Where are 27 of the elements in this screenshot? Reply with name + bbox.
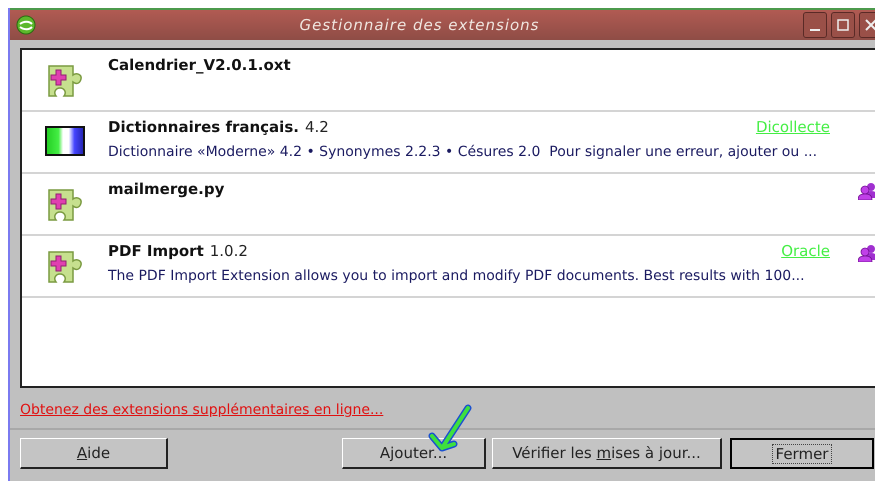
extension-row[interactable]: Dictionnaires français. 4.2 Dicollecte Dictionnaire «Moderne» 4.2 • Synonymes 2.2.3 • Césures 2.0 Pour signaler une erreur, ajouter ou ...: [22, 112, 875, 174]
extension-version: 1.0.2: [210, 242, 248, 260]
extension-description: The PDF Import Extension allows you to import and modify PDF documents. Best results with 100...: [108, 268, 806, 284]
window-title: Gestionnaire des extensions: [298, 16, 540, 34]
check-updates-button[interactable]: Vérifier les mises à jour...: [492, 438, 722, 469]
puzzle-piece-icon: [47, 250, 83, 284]
help-button[interactable]: Aide: [20, 438, 168, 469]
extension-name: Calendrier_V2.0.1.oxt: [108, 56, 291, 74]
add-button[interactable]: Ajouter...: [342, 438, 486, 469]
close-button[interactable]: Fermer: [730, 438, 874, 469]
extension-row[interactable]: mailmerge.py: [22, 174, 875, 236]
maximize-button[interactable]: [831, 12, 855, 38]
extension-name: Dictionnaires français.: [108, 118, 299, 136]
extension-row[interactable]: Calendrier_V2.0.1.oxt: [22, 50, 875, 112]
flag-icon: [45, 126, 85, 156]
puzzle-piece-icon: [47, 188, 83, 222]
extension-row[interactable]: PDF Import 1.0.2 Oracle The PDF Import Extension allows you to import and modify PDF documents. Best results with 100...: [22, 236, 875, 298]
extension-name: PDF Import: [108, 242, 204, 260]
minimize-icon: [810, 29, 820, 31]
app-icon: [16, 15, 36, 35]
extension-version: 4.2: [304, 118, 329, 136]
extension-description: Dictionnaire «Moderne» 4.2 • Synonymes 2.2.3 • Césures 2.0 Pour signaler une erreur, ajouter ou ...: [108, 144, 818, 160]
maximize-icon: [836, 18, 850, 32]
close-icon: [864, 18, 875, 32]
puzzle-piece-icon: [47, 64, 83, 98]
minimize-button[interactable]: [803, 12, 827, 38]
extension-name: mailmerge.py: [108, 180, 224, 198]
